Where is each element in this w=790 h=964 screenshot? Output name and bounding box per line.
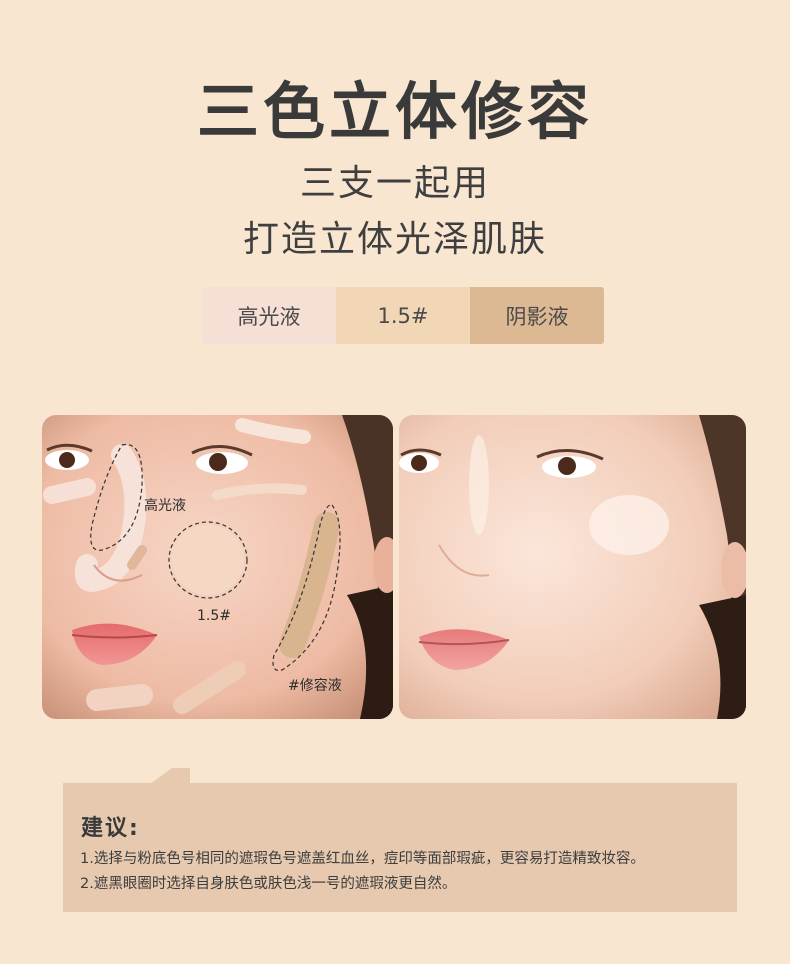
- subtitle-line-1: 三支一起用: [299, 163, 490, 204]
- tips-title: 建议:: [81, 816, 140, 841]
- tip-line-1: 1.选择与粉底色号相同的遮瑕色号遮盖红血丝，痘印等面部瑕疵，更容易打造精致妆容。: [80, 851, 645, 867]
- shade-swatch-15: 1.5#: [336, 287, 470, 344]
- shade-swatch-contour: 阴影液: [470, 287, 604, 344]
- face-illustration-after: [399, 415, 746, 719]
- shade-swatch-highlight: 高光液: [202, 287, 336, 344]
- shade-swatch-bar: 高光液 1.5# 阴影液: [202, 287, 604, 344]
- face-illustration-before: [42, 415, 393, 719]
- subtitle-line-2: 打造立体光泽肌肤: [242, 219, 547, 260]
- label-contour: #修容液: [288, 678, 342, 694]
- before-blend-photo: 高光液 1.5# #修容液: [42, 415, 393, 719]
- label-shade-15: 1.5#: [197, 608, 231, 624]
- tip-line-2: 2.遮黑眼圈时选择自身肤色或肤色浅一号的遮瑕液更自然。: [80, 876, 457, 892]
- page-title: 三色立体修容: [196, 75, 593, 148]
- after-blend-photo: [399, 415, 746, 719]
- label-highlight: 高光液: [144, 498, 186, 514]
- note-pointer: [150, 768, 190, 784]
